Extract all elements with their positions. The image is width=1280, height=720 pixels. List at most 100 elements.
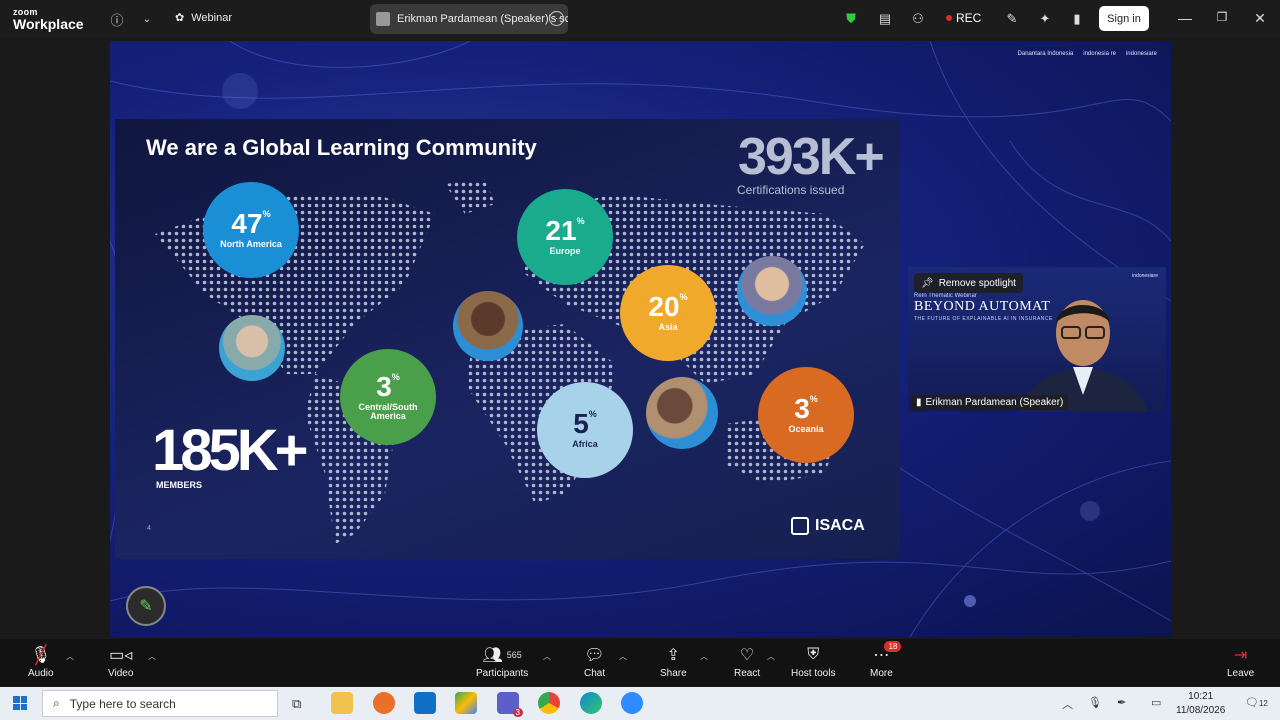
webinar-indicator[interactable]: ✿ Webinar [175,11,232,25]
chat-label: Chat [584,668,606,679]
certifications-value: 393K+ [738,128,885,186]
zoom-logo: zoom Workplace [13,8,84,32]
region-asia: 20% Asia [620,265,716,361]
restore-icon[interactable]: ❐ [1213,10,1231,24]
clock-date: 11/08/2026 [1176,704,1226,716]
speaker-video-tile[interactable]: indonesiare ReIn Thematic Webinar BEYOND… [908,267,1166,412]
notes-icon[interactable]: ▤ [876,10,894,28]
search-placeholder: Type here to search [69,696,176,711]
recording-indicator[interactable]: REC [946,11,981,25]
isaca-brand: ISACA [815,517,865,534]
participants-caret-icon[interactable]: ︿ [543,651,551,662]
more-button[interactable]: ⋯ 18 More [870,641,902,679]
keyboard-tray-icon[interactable]: ▭ [1151,696,1161,709]
notifications-icon[interactable]: 🗨︎12 [1245,696,1268,709]
member-photo-4 [646,377,718,449]
share-button[interactable]: ⇪ Share [660,645,687,679]
region-label: Europe [549,246,581,257]
zoom-app-icon[interactable] [621,692,643,714]
react-caret-icon[interactable]: ︿ [767,651,775,662]
taskbar-clock[interactable]: 10:21 11/08/2026 [1176,690,1225,717]
host-tools-button[interactable]: ⛨ Host tools [791,645,835,679]
annotate-icon[interactable]: ✎ [1003,10,1021,28]
leave-door-icon: ⇥ [1233,647,1248,664]
logo-indonesiare: indonesia re [1083,51,1116,57]
region-pct: 5 [573,408,589,440]
isaca-mark-icon [791,517,809,535]
teams-badge: 3 [512,708,523,717]
video-caret-icon[interactable]: ︿ [148,651,156,662]
google-drive-icon[interactable] [455,692,477,714]
meeting-controls: 🎙︎ ╱ Audio ︿ ▭◃ Video ︿ 👥︎ 565 Participant… [0,639,1280,686]
more-options-icon[interactable]: ··· [549,11,564,26]
windows-start-icon[interactable] [13,696,27,710]
share-caret-icon[interactable]: ︿ [700,651,708,662]
teams-icon[interactable]: 3 [497,692,523,717]
host-shield-icon: ⛨ [807,646,820,663]
chrome-icon[interactable] [538,692,560,714]
pin-icon: 📌︎ [921,277,934,289]
webinar-label: Webinar [191,11,232,24]
participants-label: Participants [476,668,529,679]
host-tools-label: Host tools [791,668,836,679]
participants-button[interactable]: 👥︎ 565 Participants [476,645,528,679]
title-bar: zoom Workplace ⓘ ⌄ ✿ Webinar Erikman Par… [0,0,1280,38]
speaker-name: Erikman Pardamean (Speaker) [925,397,1064,408]
chat-caret-icon[interactable]: ︿ [619,651,627,662]
speaker-thumbnail [376,12,390,26]
react-button[interactable]: ♡ React [734,645,760,679]
pen-tray-icon[interactable]: ✒ [1117,696,1126,709]
sign-in-button[interactable]: Sign in [1099,6,1149,31]
minimize-icon[interactable]: — [1176,10,1194,26]
sponsor-logos: Danantara Indonesia indonesia re indones… [1018,51,1157,57]
audio-label: Audio [28,668,54,679]
audio-button[interactable]: 🎙︎ ╱ Audio [28,645,54,680]
audio-caret-icon[interactable]: ︿ [66,651,74,662]
members-value: 185K+ [152,418,309,483]
leave-button[interactable]: ⇥ Leave [1227,645,1254,679]
region-africa: 5% Africa [537,382,633,478]
tray-chevron-icon[interactable]: ︿ [1062,696,1073,712]
apps-icon[interactable]: ⚇ [909,10,927,28]
more-dots-icon: ⋯ 18 [873,641,902,665]
region-pct: 3 [376,370,392,402]
shared-screen-tab[interactable]: Erikman Pardamean (Speaker)'s sc ··· [370,4,568,34]
remove-spotlight-button[interactable]: 📌︎ Remove spotlight [914,273,1023,293]
edge-icon[interactable] [580,692,602,714]
taskbar-search-input[interactable]: ⌕ Type here to search [42,690,278,717]
mic-tray-icon[interactable]: 🎙︎ [1088,696,1102,709]
region-label: North America [220,239,282,250]
isaca-logo: ISACA [791,517,865,535]
outlook-icon[interactable] [414,692,436,714]
paw-icon: ✿ [175,12,185,24]
presentation-slide: We are a Global Learning Community 393K+… [115,119,900,559]
notif-count: 12 [1258,699,1268,708]
region-pct: 47 [231,208,263,240]
speaker-figure [1018,300,1148,412]
region-label: Oceania [788,424,824,435]
member-photo-1 [219,315,285,381]
certifications-label: Certifications issued [737,183,845,197]
speaker-tile-logos: indonesiare [1132,273,1158,279]
chat-button[interactable]: 💬︎ Chat [584,645,605,679]
region-central-south-america: 3% Central/South America [340,349,436,445]
sparkle-icon[interactable]: ✦ [1036,10,1054,28]
region-north-america: 47% North America [203,182,299,278]
video-label: Video [108,668,134,679]
task-view-icon[interactable]: ⧉ [292,696,301,712]
video-button[interactable]: ▭◃ Video [108,645,133,679]
windows-taskbar: ⌕ Type here to search ⧉ 3 ︿ 🎙︎ ✒ ▭ 10:21… [0,687,1280,720]
region-label: Central/South America [358,401,418,421]
firefox-icon[interactable] [373,692,395,714]
brand-large: Workplace [13,16,84,32]
region-oceania: 3% Oceania [758,367,854,463]
info-icon[interactable]: ⓘ [108,10,126,28]
shield-icon[interactable]: ⛊ [842,10,860,28]
annotate-pen-button[interactable]: ✎ [126,586,166,626]
whiteboard-icon[interactable]: ▮ [1068,10,1086,28]
close-icon[interactable]: ✕ [1251,10,1269,27]
file-explorer-icon[interactable] [331,692,353,714]
chevron-down-icon[interactable]: ⌄ [138,10,156,28]
logo-indonesiare-2: indonesiare [1125,51,1157,57]
logo-danantara: Danantara Indonesia [1017,51,1074,57]
